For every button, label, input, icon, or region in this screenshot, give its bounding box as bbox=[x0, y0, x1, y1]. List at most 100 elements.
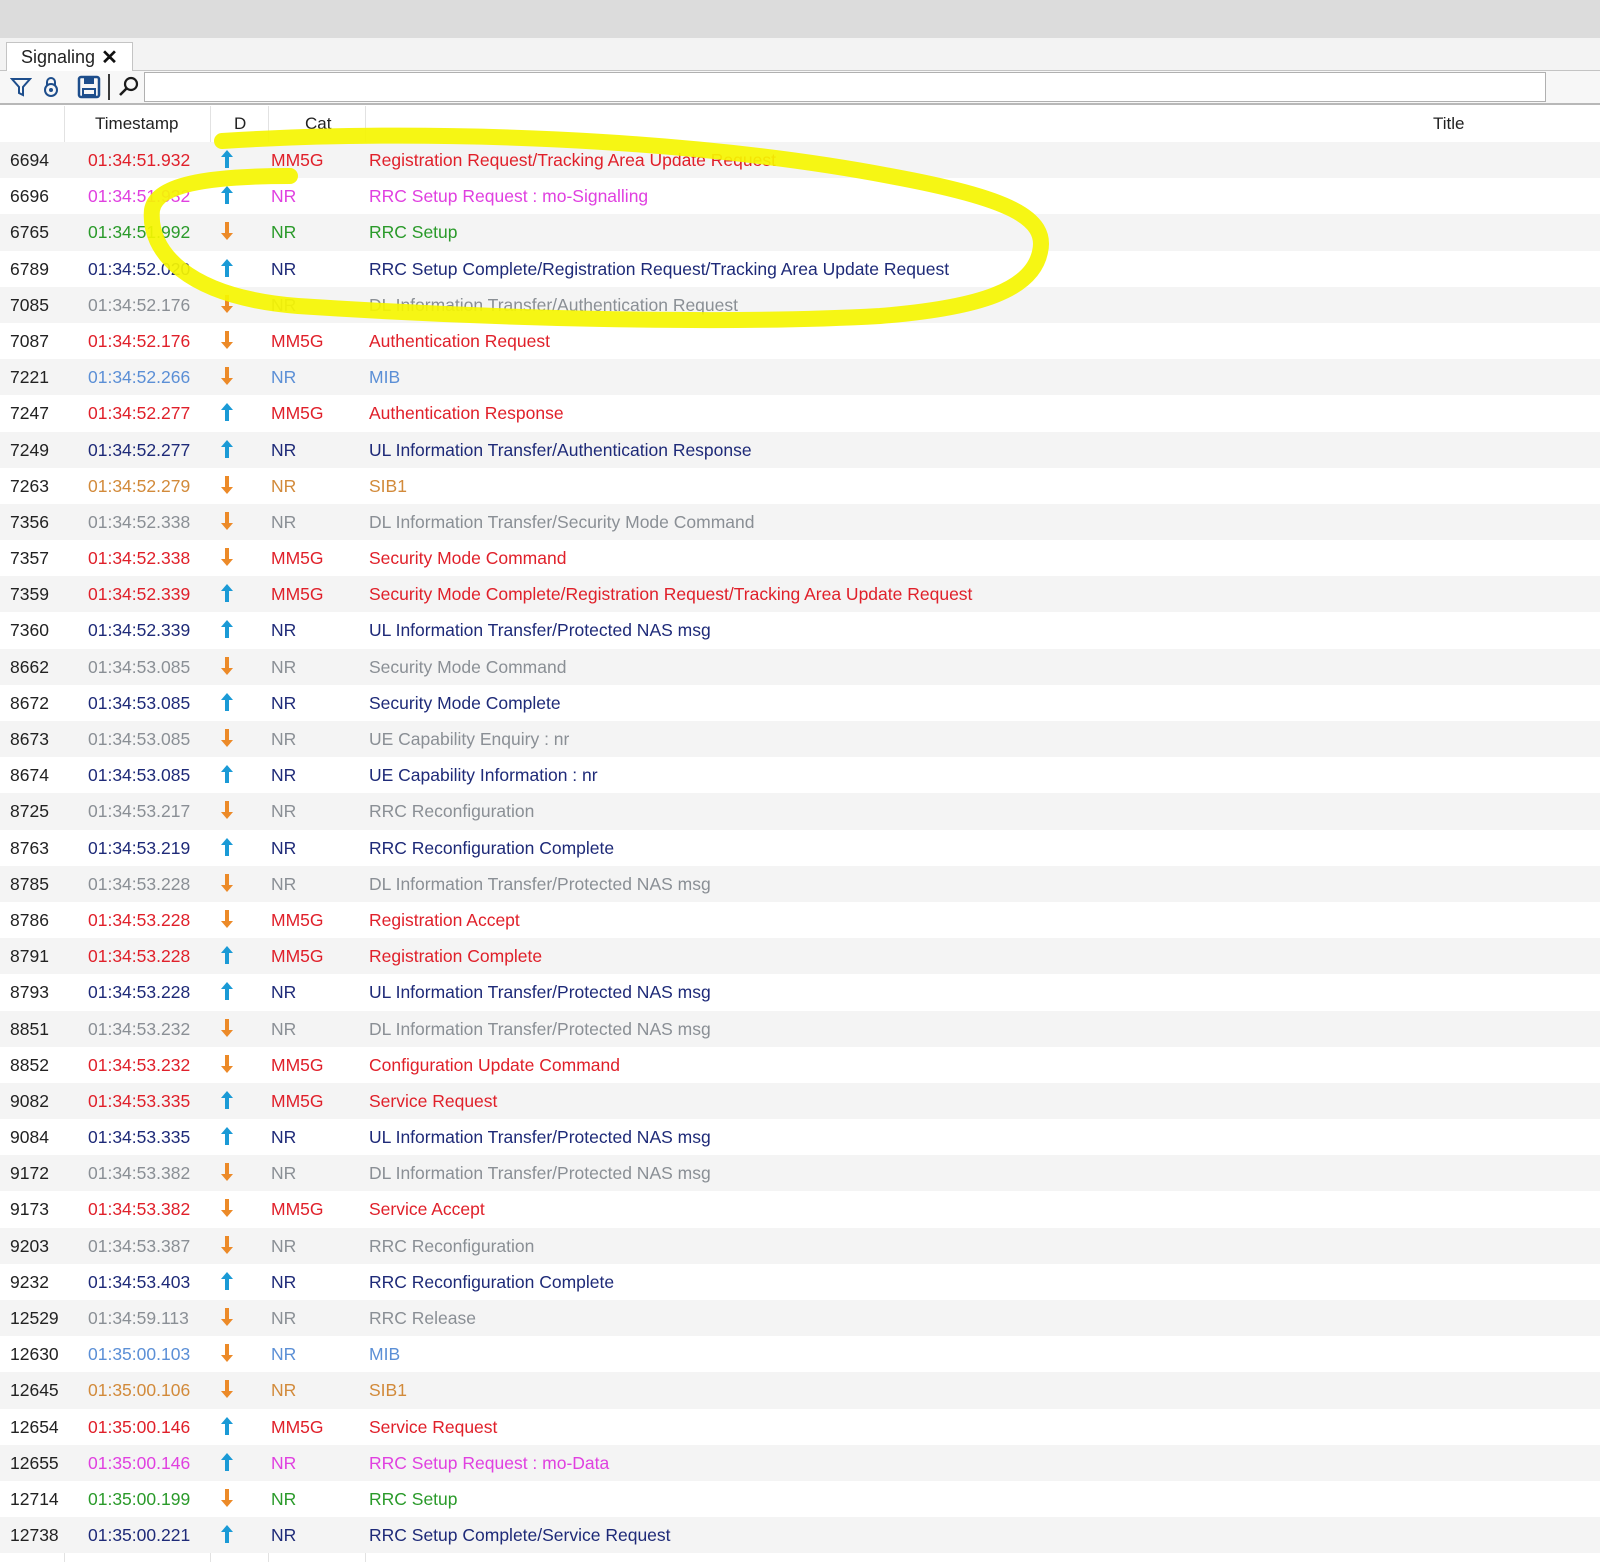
table-row[interactable]: 7360 01:34:52.339 NR UL Information Transfe… bbox=[0, 612, 1600, 649]
search-input[interactable] bbox=[144, 72, 1546, 102]
filter-button[interactable] bbox=[6, 73, 36, 101]
row-id: 7087 bbox=[10, 330, 49, 351]
window-title-bar bbox=[0, 0, 1600, 39]
row-category: NR bbox=[271, 475, 297, 496]
table-row[interactable]: 12655 01:35:00.146 NR RRC Setup Request : m… bbox=[0, 1444, 1600, 1481]
row-category: NR bbox=[271, 222, 297, 243]
table-row[interactable]: 9172 01:34:53.382 NR DL Information Transfe… bbox=[0, 1155, 1600, 1192]
arrow-down-icon bbox=[221, 1308, 233, 1326]
row-title: RRC Reconfiguration Complete bbox=[369, 837, 615, 858]
row-category: NR bbox=[271, 1163, 297, 1184]
table-row[interactable]: 8673 01:34:53.085 NR UE Capability Enquiry … bbox=[0, 721, 1600, 758]
table-row[interactable]: 12714 01:35:00.199 NR RRC Setup bbox=[0, 1480, 1600, 1518]
row-timestamp: 01:35:00.221 bbox=[88, 1525, 191, 1546]
header-category[interactable]: Cat bbox=[305, 114, 331, 134]
arrow-up-icon bbox=[221, 837, 233, 856]
row-id: 7357 bbox=[10, 548, 49, 569]
row-title: Security Mode Complete/Registration Requ… bbox=[369, 584, 973, 605]
table-row[interactable]: 6789 01:34:52.020 NR RRC Setup Complete/Reg… bbox=[0, 250, 1600, 287]
table-row[interactable]: 8672 01:34:53.085 NR Security Mode Complete bbox=[0, 684, 1600, 721]
arrow-down-icon bbox=[221, 729, 233, 747]
arrow-up-icon bbox=[221, 1090, 233, 1109]
table-row[interactable]: 9173 01:34:53.382 MM5G Service Accept bbox=[0, 1191, 1600, 1228]
table-row[interactable]: 12630 01:35:00.103 NR MIB bbox=[0, 1336, 1600, 1373]
row-title: UL Information Transfer/Protected NAS ms… bbox=[369, 982, 711, 1003]
table-row[interactable]: 6765 01:34:51.992 NR RRC Setup bbox=[0, 214, 1600, 251]
row-title: SIB1 bbox=[369, 475, 407, 496]
row-id: 8673 bbox=[10, 729, 49, 749]
table-row[interactable]: 9084 01:34:53.335 NR UL Information Transfe… bbox=[0, 1119, 1600, 1156]
table-row[interactable]: 12738 01:35:00.221 NR RRC Setup Complete/Se… bbox=[0, 1517, 1600, 1554]
row-timestamp: 01:34:51.992 bbox=[88, 222, 191, 243]
table-row[interactable]: 9082 01:34:53.335 MM5G Service Request bbox=[0, 1082, 1600, 1120]
table-row[interactable]: 8852 01:34:53.232 MM5G Configuration Update… bbox=[0, 1046, 1600, 1083]
table-row[interactable]: 12645 01:35:00.106 NR SIB1 bbox=[0, 1372, 1600, 1409]
table-row[interactable]: 8763 01:34:53.219 NR RRC Reconfiguration Co… bbox=[0, 829, 1600, 866]
table-row[interactable]: 7087 01:34:52.176 MM5G Authentication Reque… bbox=[0, 322, 1600, 360]
row-id: 12645 bbox=[10, 1380, 59, 1401]
row-timestamp: 01:34:53.335 bbox=[88, 1127, 191, 1148]
row-category: NR bbox=[271, 439, 297, 460]
row-category: NR bbox=[271, 729, 297, 749]
table-row[interactable]: 12654 01:35:00.146 MM5G Service Request bbox=[0, 1408, 1600, 1445]
row-title: Service Request bbox=[369, 1416, 498, 1437]
close-icon[interactable]: ✕ bbox=[101, 45, 118, 70]
row-title: Registration Request/Tracking Area Updat… bbox=[369, 150, 776, 170]
table-row[interactable]: 7357 01:34:52.338 MM5G Security Mode Comman… bbox=[0, 540, 1600, 577]
table-row[interactable]: 7221 01:34:52.266 NR MIB bbox=[0, 359, 1600, 396]
row-title: Configuration Update Command bbox=[369, 1054, 620, 1075]
table-row[interactable]: 7249 01:34:52.277 NR UL Information Transfe… bbox=[0, 431, 1600, 468]
row-category: MM5G bbox=[271, 1054, 324, 1075]
row-timestamp: 01:34:53.085 bbox=[88, 656, 191, 677]
table-row[interactable]: 7247 01:34:52.277 MM5G Authentication Respo… bbox=[0, 395, 1600, 432]
table-row[interactable]: 8674 01:34:53.085 NR UE Capability Informat… bbox=[0, 757, 1600, 794]
table-row[interactable]: 8791 01:34:53.228 MM5G Registration Complet… bbox=[0, 938, 1600, 975]
arrow-down-icon bbox=[221, 1488, 233, 1507]
header-title[interactable]: Title bbox=[1433, 114, 1465, 134]
table-row[interactable]: 9232 01:34:53.403 NR RRC Reconfiguration Co… bbox=[0, 1263, 1600, 1300]
arrow-down-icon bbox=[221, 1199, 233, 1218]
arrow-down-icon bbox=[221, 1054, 233, 1073]
lock-button[interactable] bbox=[36, 73, 66, 101]
table-row[interactable]: 8793 01:34:53.228 NR UL Information Transfe… bbox=[0, 974, 1600, 1011]
arrow-down-icon bbox=[221, 294, 233, 313]
table-row[interactable]: 7263 01:34:52.279 NR SIB1 bbox=[0, 467, 1600, 504]
arrow-up-icon bbox=[221, 946, 233, 965]
row-timestamp: 01:35:00.146 bbox=[88, 1452, 191, 1473]
row-title: MIB bbox=[369, 1344, 401, 1365]
row-timestamp: 01:35:00.103 bbox=[88, 1344, 191, 1365]
table-row[interactable]: 7356 01:34:52.338 NR DL Information Transfe… bbox=[0, 503, 1600, 541]
row-title: RRC Setup Complete/Service Request bbox=[369, 1525, 671, 1546]
row-id: 7085 bbox=[10, 294, 49, 315]
row-category: NR bbox=[271, 873, 297, 894]
header-timestamp[interactable]: Timestamp bbox=[95, 114, 178, 134]
table-row[interactable]: 12529 01:34:59.113 NR RRC Release bbox=[0, 1300, 1600, 1337]
table-row[interactable]: 8785 01:34:53.228 NR DL Information Transfe… bbox=[0, 865, 1600, 902]
table-row[interactable]: 9203 01:34:53.387 NR RRC Reconfiguration bbox=[0, 1227, 1600, 1264]
table-row[interactable]: 8662 01:34:53.085 NR Security Mode Command bbox=[0, 648, 1600, 685]
row-title: Registration Accept bbox=[369, 909, 520, 930]
row-timestamp: 01:34:53.228 bbox=[88, 909, 191, 930]
table-row[interactable]: 6694 01:34:51.932 MM5G Registration Request… bbox=[0, 142, 1600, 179]
save-button[interactable] bbox=[74, 73, 104, 101]
arrow-up-icon bbox=[221, 439, 233, 458]
tab-signaling[interactable]: Signaling ✕ bbox=[6, 42, 133, 71]
table-row[interactable]: 8851 01:34:53.232 NR DL Information Transfe… bbox=[0, 1010, 1600, 1047]
row-category: NR bbox=[271, 801, 297, 822]
row-category: NR bbox=[271, 1127, 297, 1148]
table-row[interactable]: 8786 01:34:53.228 MM5G Registration Accept bbox=[0, 901, 1600, 939]
table-row[interactable]: 8725 01:34:53.217 NR RRC Reconfiguration bbox=[0, 793, 1600, 830]
header-direction[interactable]: D bbox=[234, 114, 246, 134]
row-timestamp: 01:34:53.335 bbox=[88, 1090, 191, 1111]
search-button[interactable] bbox=[114, 73, 144, 101]
row-id: 12654 bbox=[10, 1416, 59, 1437]
row-title: RRC Release bbox=[369, 1308, 476, 1328]
row-id: 7247 bbox=[10, 403, 49, 424]
table-row[interactable]: 7085 01:34:52.176 NR DL Information Transfe… bbox=[0, 286, 1600, 323]
row-id: 8852 bbox=[10, 1054, 49, 1075]
arrow-up-icon bbox=[221, 765, 233, 784]
table-row[interactable]: 6696 01:34:51.932 NR RRC Setup Request : mo… bbox=[0, 178, 1600, 215]
table-row[interactable]: 7359 01:34:52.339 MM5G Security Mode Comple… bbox=[0, 576, 1600, 613]
row-timestamp: 01:34:53.228 bbox=[88, 946, 191, 967]
row-title: RRC Setup bbox=[369, 222, 458, 243]
